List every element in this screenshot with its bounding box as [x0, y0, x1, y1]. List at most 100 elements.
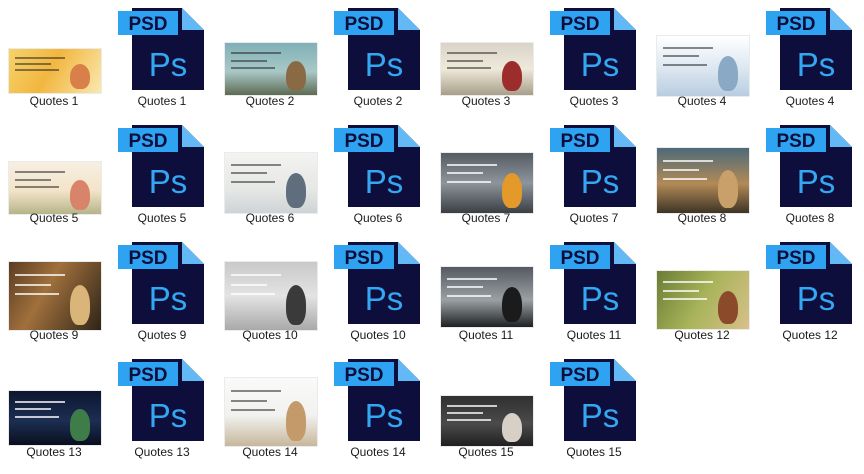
ps-logo-text: Ps	[797, 46, 836, 83]
psd-badge-text: PSD	[344, 248, 383, 269]
psd-file-item[interactable]: PSD Ps Quotes 10	[324, 234, 432, 351]
file-thumbnail-area: PSD Ps	[540, 351, 648, 444]
ps-logo-text: Ps	[149, 397, 188, 434]
file-thumbnail-area	[216, 351, 324, 446]
image-file-item[interactable]: Quotes 8	[648, 117, 756, 234]
image-thumbnail	[225, 153, 317, 213]
psd-file-item[interactable]: PSD Ps Quotes 2	[324, 0, 432, 117]
psd-file-item[interactable]: PSD Ps Quotes 9	[108, 234, 216, 351]
ps-logo-text: Ps	[365, 163, 404, 200]
quote-text-line	[14, 69, 59, 72]
image-file-item[interactable]: Quotes 10	[216, 234, 324, 351]
image-file-item[interactable]: Quotes 3	[432, 0, 540, 117]
quote-text-line	[230, 293, 275, 296]
photoshop-file-icon: PSD Ps	[550, 240, 638, 324]
psd-file-item[interactable]: PSD Ps Quotes 6	[324, 117, 432, 234]
image-thumbnail	[9, 262, 101, 330]
quote-text-line	[14, 63, 52, 66]
ps-logo-text: Ps	[365, 280, 404, 317]
quote-text-line	[14, 274, 66, 277]
file-name-label: Quotes 12	[674, 328, 730, 342]
image-file-item[interactable]: Quotes 9	[0, 234, 108, 351]
psd-file-item[interactable]: PSD Ps Quotes 7	[540, 117, 648, 234]
photoshop-file-icon: PSD Ps	[766, 6, 854, 90]
psd-badge-text: PSD	[344, 131, 383, 152]
psd-file-item[interactable]: PSD Ps Quotes 12	[756, 234, 864, 351]
psd-badge-text: PSD	[776, 248, 815, 269]
quote-text-line	[446, 294, 491, 297]
ps-logo-text: Ps	[149, 46, 188, 83]
file-thumbnail-area	[432, 234, 540, 327]
image-file-item[interactable]: Quotes 15	[432, 351, 540, 468]
file-thumbnail-area	[0, 117, 108, 214]
file-thumbnail-area	[216, 234, 324, 330]
photo-subject	[501, 413, 522, 442]
quote-text-line	[14, 56, 66, 59]
image-thumbnail	[225, 262, 317, 330]
quote-text-line	[446, 180, 491, 183]
quote-text-line	[662, 159, 714, 162]
image-file-item[interactable]: Quotes 12	[648, 234, 756, 351]
quote-text-line	[14, 408, 52, 411]
psd-file-item[interactable]: PSD Ps Quotes 14	[324, 351, 432, 468]
quote-text-line	[446, 66, 491, 69]
file-thumbnail-area: PSD Ps	[324, 0, 432, 93]
quote-text-line	[14, 400, 66, 403]
image-file-item[interactable]: Quotes 2	[216, 0, 324, 117]
psd-file-item[interactable]: PSD Ps Quotes 11	[540, 234, 648, 351]
psd-badge-text: PSD	[776, 14, 815, 35]
file-thumbnail-area: PSD Ps	[324, 351, 432, 444]
psd-badge-text: PSD	[128, 14, 167, 35]
quote-text-line	[662, 46, 714, 49]
photo-subject	[501, 60, 522, 91]
psd-file-item[interactable]: PSD Ps Quotes 5	[108, 117, 216, 234]
image-file-item[interactable]: Quotes 13	[0, 351, 108, 468]
file-name-label: Quotes 12	[782, 328, 838, 342]
quote-text-line	[446, 172, 484, 175]
file-name-label: Quotes 6	[245, 211, 295, 225]
psd-file-item[interactable]: PSD Ps Quotes 1	[108, 0, 216, 117]
image-file-item[interactable]: Quotes 5	[0, 117, 108, 234]
psd-badge-text: PSD	[344, 365, 383, 386]
file-thumbnail-area: PSD Ps	[756, 0, 864, 93]
quote-text-line	[662, 177, 707, 180]
photo-subject	[285, 401, 306, 441]
psd-file-item[interactable]: PSD Ps Quotes 3	[540, 0, 648, 117]
file-thumbnail-area	[432, 351, 540, 446]
photo-subject	[285, 173, 306, 209]
image-file-item[interactable]: Quotes 6	[216, 117, 324, 234]
psd-file-item[interactable]: PSD Ps Quotes 4	[756, 0, 864, 117]
image-thumbnail	[225, 43, 317, 95]
file-name-label: Quotes 14	[350, 445, 406, 459]
psd-file-item[interactable]: PSD Ps Quotes 8	[756, 117, 864, 234]
image-file-item[interactable]: Quotes 7	[432, 117, 540, 234]
image-thumbnail	[9, 162, 101, 214]
file-thumbnail-area	[648, 117, 756, 213]
quote-text-line	[662, 289, 700, 292]
photo-subject	[285, 285, 306, 325]
ps-logo-text: Ps	[581, 280, 620, 317]
file-name-label: Quotes 5	[137, 211, 187, 225]
file-name-label: Quotes 3	[569, 94, 619, 108]
ps-logo-text: Ps	[581, 46, 620, 83]
quote-text-line	[446, 405, 498, 407]
image-file-item[interactable]: Quotes 14	[216, 351, 324, 468]
quote-text-line	[14, 293, 59, 296]
image-file-item[interactable]: Quotes 11	[432, 234, 540, 351]
file-name-label: Quotes 13	[134, 445, 190, 459]
image-file-item[interactable]: Quotes 1	[0, 0, 108, 117]
image-file-item[interactable]: Quotes 4	[648, 0, 756, 117]
file-name-label: Quotes 7	[461, 211, 511, 225]
image-thumbnail	[441, 396, 533, 446]
psd-file-item[interactable]: PSD Ps Quotes 13	[108, 351, 216, 468]
file-thumbnail-area	[648, 0, 756, 96]
file-name-label: Quotes 15	[566, 445, 622, 459]
ps-logo-text: Ps	[365, 397, 404, 434]
psd-file-item[interactable]: PSD Ps Quotes 15	[540, 351, 648, 468]
file-name-label: Quotes 2	[353, 94, 403, 108]
file-name-label: Quotes 10	[350, 328, 406, 342]
quote-text-line	[446, 286, 484, 289]
ps-logo-text: Ps	[365, 46, 404, 83]
quote-text-line	[230, 52, 282, 55]
file-thumbnail-area	[0, 234, 108, 330]
